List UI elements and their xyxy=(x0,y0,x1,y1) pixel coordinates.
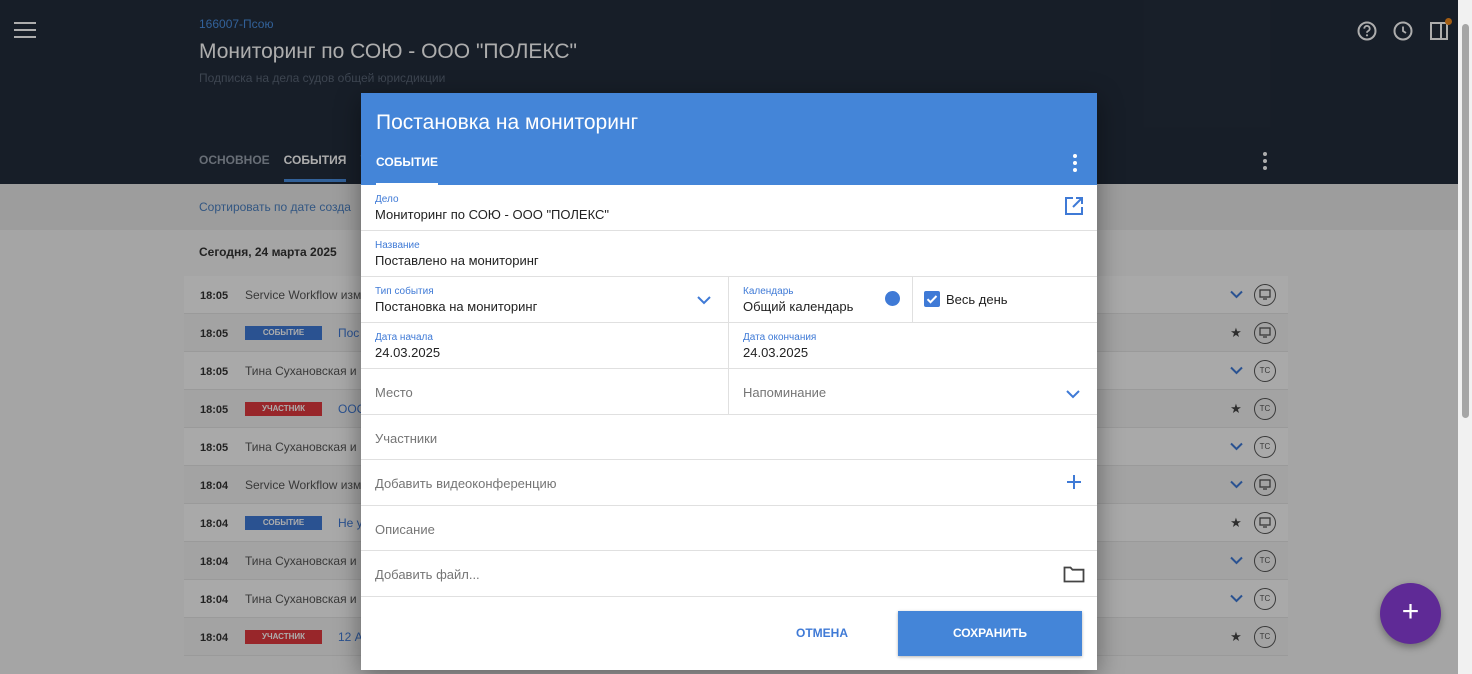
video-placeholder: Добавить видеоконференцию xyxy=(375,476,557,491)
end-date-field[interactable]: Дата окончания 24.03.2025 xyxy=(729,323,1097,368)
reminder-placeholder: Напоминание xyxy=(743,385,827,400)
divider xyxy=(912,277,913,323)
video-field[interactable]: Добавить видеоконференцию xyxy=(361,460,1097,506)
add-icon[interactable] xyxy=(1067,475,1081,494)
dialog-title: Постановка на мониторинг xyxy=(376,111,639,134)
all-day-label[interactable]: Весь день xyxy=(946,292,1008,307)
dialog-more-icon[interactable] xyxy=(1072,154,1078,172)
add-fab-button[interactable]: + xyxy=(1380,583,1441,644)
end-value: 24.03.2025 xyxy=(743,345,809,360)
monitoring-dialog: Постановка на мониторинг СОБЫТИЕ Дело Мо… xyxy=(361,93,1097,670)
file-placeholder: Добавить файл... xyxy=(375,567,480,582)
cancel-button[interactable]: ОТМЕНА xyxy=(796,626,848,640)
calendar-label: Календарь xyxy=(743,286,794,297)
dates-row: Дата начала 24.03.2025 Дата окончания 24… xyxy=(361,323,1097,369)
end-label: Дата окончания xyxy=(743,332,817,343)
open-external-icon[interactable] xyxy=(1064,196,1084,221)
participants-field[interactable]: Участники xyxy=(361,415,1097,460)
dialog-header: Постановка на мониторинг СОБЫТИЕ xyxy=(361,93,1097,186)
event-type-select[interactable]: Тип события Постановка на мониторинг xyxy=(361,277,728,322)
case-label: Дело xyxy=(375,194,399,205)
scrollbar-thumb[interactable] xyxy=(1462,24,1469,418)
name-label: Название xyxy=(375,240,420,251)
name-field[interactable]: Название Поставлено на мониторинг xyxy=(361,231,1097,277)
participants-placeholder: Участники xyxy=(375,431,438,446)
place-placeholder: Место xyxy=(375,385,413,400)
start-value: 24.03.2025 xyxy=(375,345,441,360)
reminder-select[interactable]: Напоминание xyxy=(729,369,1097,414)
save-button[interactable]: СОХРАНИТЬ xyxy=(898,611,1082,656)
folder-icon[interactable] xyxy=(1063,565,1085,588)
scrollbar[interactable] xyxy=(1458,0,1472,674)
calendar-value: Общий календарь xyxy=(743,299,854,314)
case-value: Мониторинг по СОЮ - ООО "ПОЛЕКС" xyxy=(375,207,609,222)
start-label: Дата начала xyxy=(375,332,433,343)
chevron-down-icon[interactable] xyxy=(1066,386,1080,404)
description-field[interactable]: Описание xyxy=(361,506,1097,551)
description-placeholder: Описание xyxy=(375,522,435,537)
start-date-field[interactable]: Дата начала 24.03.2025 xyxy=(361,323,728,368)
place-row: Место Напоминание xyxy=(361,369,1097,415)
name-value: Поставлено на мониторинг xyxy=(375,253,539,268)
type-label: Тип события xyxy=(375,286,434,297)
chevron-down-icon[interactable] xyxy=(697,292,711,310)
place-field[interactable]: Место xyxy=(361,369,728,414)
type-row: Тип события Постановка на мониторинг Кал… xyxy=(361,277,1097,323)
file-field[interactable]: Добавить файл... xyxy=(361,551,1097,597)
calendar-color-dot xyxy=(885,291,900,306)
case-field[interactable]: Дело Мониторинг по СОЮ - ООО "ПОЛЕКС" xyxy=(361,185,1097,231)
all-day-checkbox[interactable] xyxy=(924,291,940,307)
tab-event[interactable]: СОБЫТИЕ xyxy=(376,155,439,186)
type-value: Постановка на мониторинг xyxy=(375,299,538,314)
